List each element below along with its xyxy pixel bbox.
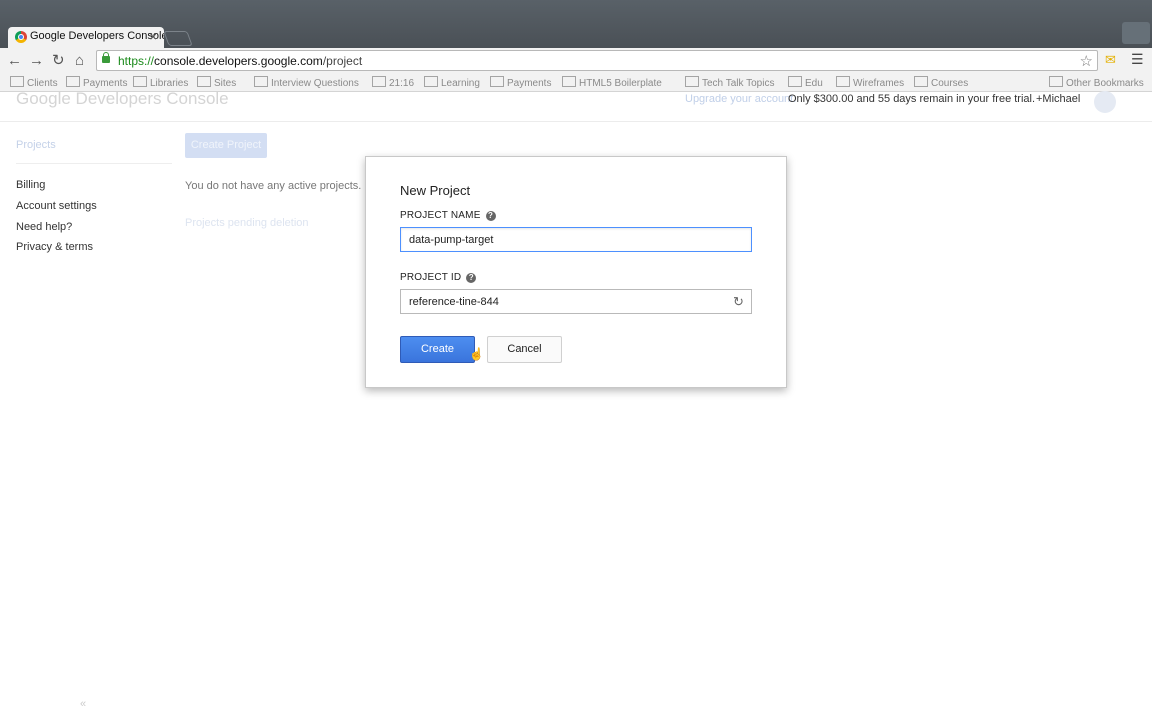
collapse-sidebar-icon[interactable]: « bbox=[80, 698, 86, 710]
create-project-button[interactable]: Create Project bbox=[185, 133, 267, 158]
bookmark-item[interactable]: Other Bookmarks bbox=[1049, 76, 1144, 89]
project-id-label: PROJECT ID? bbox=[400, 272, 477, 283]
sidebar-divider bbox=[16, 163, 172, 164]
project-name-label: PROJECT NAME? bbox=[400, 210, 496, 221]
bookmark-item[interactable]: Payments bbox=[66, 76, 127, 89]
bookmark-item[interactable]: Edu bbox=[788, 76, 823, 89]
home-icon[interactable]: ⌂ bbox=[75, 51, 84, 71]
project-id-input[interactable] bbox=[400, 289, 752, 314]
bookmark-item[interactable]: 21:16 bbox=[372, 76, 414, 89]
bookmark-item[interactable]: Courses bbox=[914, 76, 968, 89]
browser-tab[interactable]: Google Developers Console × bbox=[8, 27, 164, 48]
bookmark-item[interactable]: Libraries bbox=[133, 76, 188, 89]
sidebar-item-need-help[interactable]: Need help? bbox=[16, 221, 72, 233]
tab-title: Google Developers Console bbox=[30, 30, 164, 42]
new-tab-button[interactable] bbox=[163, 31, 193, 46]
projects-pending-deletion-link[interactable]: Projects pending deletion bbox=[185, 217, 309, 229]
tab-close-icon[interactable]: × bbox=[149, 29, 157, 44]
url-text: https://console.developers.google.com/pr… bbox=[118, 54, 363, 68]
help-icon[interactable]: ? bbox=[466, 273, 477, 283]
sidebar: Projects Billing Account settings Need h… bbox=[0, 122, 172, 720]
back-arrow-icon[interactable]: ← bbox=[7, 51, 22, 71]
bookmark-item[interactable]: HTML5 Boilerplate bbox=[562, 76, 662, 89]
project-name-input[interactable] bbox=[400, 227, 752, 252]
create-button[interactable]: Create bbox=[400, 336, 475, 363]
no-projects-message: You do not have any active projects. bbox=[185, 180, 362, 192]
help-icon[interactable]: ? bbox=[485, 211, 496, 221]
sidebar-item-account-settings[interactable]: Account settings bbox=[16, 200, 97, 212]
bookmark-item[interactable]: Interview Questions bbox=[254, 76, 359, 89]
bookmark-item[interactable]: Clients bbox=[10, 76, 58, 89]
sidebar-item-privacy-terms[interactable]: Privacy & terms bbox=[16, 241, 93, 253]
chrome-favicon-icon bbox=[15, 31, 27, 43]
forward-arrow-icon[interactable]: → bbox=[29, 51, 44, 71]
star-icon[interactable]: ☆ bbox=[1080, 52, 1093, 70]
user-profile-link[interactable]: +Michael bbox=[1036, 93, 1080, 105]
bookmark-item[interactable]: Wireframes bbox=[836, 76, 904, 89]
hamburger-menu-icon[interactable]: ☰ bbox=[1131, 51, 1144, 68]
extension-key-icon[interactable]: ✉ bbox=[1105, 52, 1116, 68]
reload-icon[interactable]: ↻ bbox=[52, 51, 65, 71]
free-trial-notice: Only $300.00 and 55 days remain in your … bbox=[788, 93, 1036, 105]
regenerate-id-icon[interactable]: ↻ bbox=[733, 294, 744, 310]
address-bar[interactable]: https://console.developers.google.com/pr… bbox=[96, 50, 1098, 71]
browser-tab-strip: Google Developers Console × bbox=[0, 0, 1152, 48]
cancel-button[interactable]: Cancel bbox=[487, 336, 562, 363]
bookmark-item[interactable]: Sites bbox=[197, 76, 236, 89]
sidebar-item-projects[interactable]: Projects bbox=[16, 139, 56, 151]
window-profile-button[interactable] bbox=[1122, 22, 1150, 44]
browser-toolbar: ← → ↻ ⌂ https://console.developers.googl… bbox=[0, 48, 1152, 74]
lock-icon bbox=[102, 52, 110, 63]
bookmark-item[interactable]: Payments bbox=[490, 76, 551, 89]
bookmark-item[interactable]: Learning bbox=[424, 76, 480, 89]
developers-console-logo[interactable]: Google Developers Console bbox=[16, 90, 229, 107]
sidebar-item-billing[interactable]: Billing bbox=[16, 179, 45, 191]
hand-cursor-icon: ☝ bbox=[469, 347, 484, 361]
dialog-title: New Project bbox=[400, 183, 471, 198]
bookmark-item[interactable]: Tech Talk Topics bbox=[685, 76, 774, 89]
avatar[interactable] bbox=[1094, 91, 1116, 113]
new-project-dialog: New Project PROJECT NAME? PROJECT ID? ↻ … bbox=[365, 156, 787, 388]
page-header: Google Developers Console Upgrade your a… bbox=[0, 90, 1152, 122]
upgrade-account-link[interactable]: Upgrade your account. bbox=[685, 93, 796, 105]
